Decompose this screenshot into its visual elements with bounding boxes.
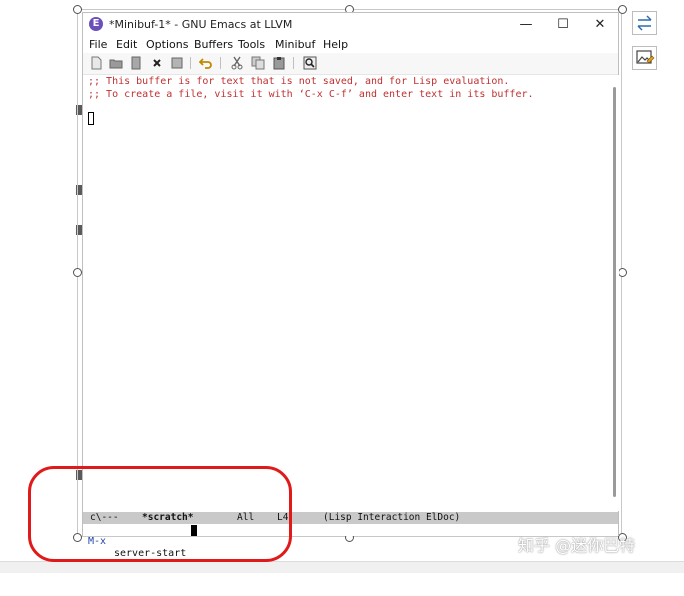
emacs-logo-icon: E	[89, 17, 103, 31]
maximize-button[interactable]: ☐	[545, 15, 581, 34]
title-bar[interactable]: E *Minibuf-1* - GNU Emacs at LLVM — ☐ ✕	[83, 13, 618, 36]
save-icon[interactable]	[129, 56, 143, 70]
buffer-comment-line-2: ;; To create a file, visit it with ‘C-x …	[88, 89, 534, 100]
menu-buffers[interactable]: Buffers	[194, 38, 233, 51]
image-edit-icon	[636, 50, 655, 64]
menu-bar: File Edit Options Buffers Tools Minibuf …	[83, 37, 618, 52]
menu-edit[interactable]: Edit	[116, 38, 137, 51]
menu-minibuf[interactable]: Minibuf	[275, 38, 315, 51]
modeline-major-modes[interactable]: (Lisp Interaction ElDoc)	[323, 512, 460, 524]
toolbar-separator	[220, 57, 221, 69]
resize-handle-top-right[interactable]	[618, 5, 627, 14]
toolbar-separator	[293, 57, 294, 69]
layout-options-button[interactable]	[632, 11, 657, 35]
menu-help[interactable]: Help	[323, 38, 348, 51]
resize-handle-left[interactable]	[73, 268, 82, 277]
close-button[interactable]: ✕	[582, 15, 618, 34]
scratch-buffer-text-area[interactable]: ;; This buffer is for text that is not s…	[83, 75, 611, 511]
resize-handle-top-left[interactable]	[73, 5, 82, 14]
close-x-icon[interactable]	[150, 56, 164, 70]
window-title: *Minibuf-1* - GNU Emacs at LLVM	[109, 18, 293, 31]
text-cursor	[88, 112, 94, 125]
vertical-scrollbar[interactable]	[611, 75, 619, 511]
search-icon[interactable]	[303, 56, 317, 70]
minimize-button[interactable]: —	[508, 15, 544, 34]
menu-file[interactable]: File	[89, 38, 107, 51]
menu-tools[interactable]: Tools	[238, 38, 265, 51]
new-file-icon[interactable]	[89, 56, 103, 70]
undo-icon[interactable]	[199, 56, 213, 70]
swap-arrows-icon	[637, 15, 652, 31]
paste-icon[interactable]	[272, 56, 286, 70]
scrollbar-thumb[interactable]	[613, 87, 616, 497]
buffer-comment-line-1: ;; This buffer is for text that is not s…	[88, 76, 510, 87]
toolbar-separator	[190, 57, 191, 69]
picture-format-button[interactable]	[632, 46, 657, 70]
copy-icon[interactable]	[251, 56, 265, 70]
zhihu-watermark: 知乎 @迷你巴特	[518, 536, 636, 555]
menu-options[interactable]: Options	[146, 38, 188, 51]
open-folder-icon[interactable]	[109, 56, 123, 70]
red-annotation-circle	[28, 466, 292, 562]
disk-icon[interactable]	[170, 56, 184, 70]
cut-icon[interactable]	[230, 56, 244, 70]
emacs-window: E *Minibuf-1* - GNU Emacs at LLVM — ☐ ✕ …	[82, 12, 619, 559]
resize-handle-right[interactable]	[618, 268, 627, 277]
tool-bar	[83, 53, 618, 75]
